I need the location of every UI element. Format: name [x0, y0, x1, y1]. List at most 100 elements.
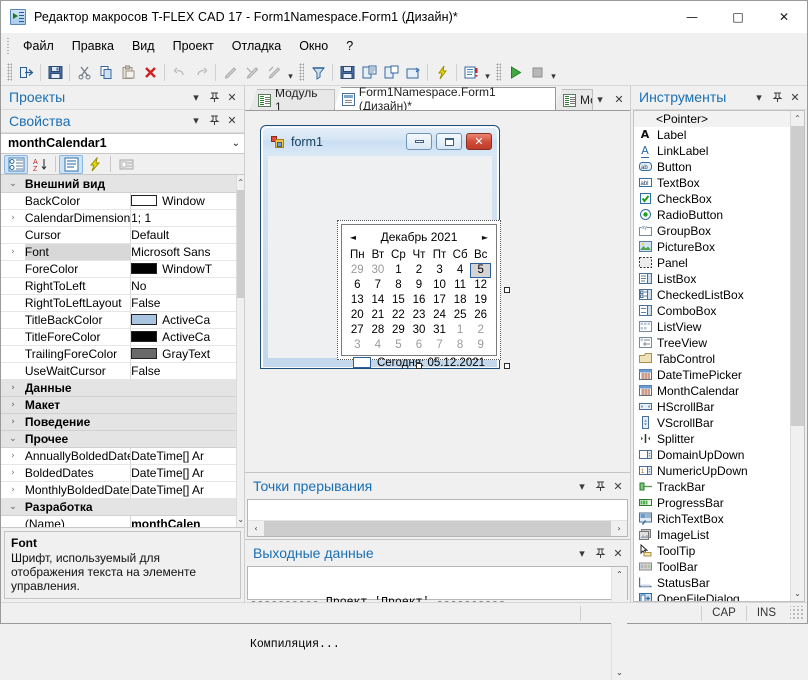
expander-icon[interactable]	[1, 311, 25, 328]
toolbox-item-vscrollbar[interactable]: VScrollBar	[634, 415, 790, 431]
toolbox-item-domainupdown[interactable]: DomainUpDown	[634, 447, 790, 463]
expander-icon[interactable]: ⌄	[1, 175, 25, 192]
outdent-icon[interactable]	[263, 62, 285, 83]
property-grid[interactable]: ⌄Внешний видBackColorWindow›CalendarDime…	[1, 175, 244, 528]
property-value[interactable]: ActiveCa	[131, 328, 237, 345]
toolbar-overflow-3[interactable]: ▾	[548, 63, 559, 82]
close-button[interactable]: ✕	[761, 1, 807, 33]
property-row[interactable]: ›Поведение	[1, 413, 236, 430]
resize-handle-bottom[interactable]	[416, 363, 422, 369]
scroll-down-icon[interactable]: ⌄	[791, 586, 804, 601]
designed-form[interactable]: form1 ✕ ◄	[260, 125, 500, 369]
add-form-icon[interactable]	[380, 62, 402, 83]
calendar-day-cell[interactable]: 26	[470, 308, 491, 323]
calendar-day-cell[interactable]: 5	[470, 263, 491, 278]
property-row[interactable]: ForeColorWindowT	[1, 260, 236, 277]
scroll-track[interactable]	[237, 190, 244, 512]
calendar-day-cell[interactable]: 18	[450, 293, 471, 308]
pin-icon[interactable]	[206, 89, 222, 105]
calendar-day-cell[interactable]: 6	[409, 338, 430, 353]
expander-icon[interactable]	[1, 362, 25, 379]
toolbox-item-tooltip[interactable]: ToolTip	[634, 543, 790, 559]
calendar-day-cell[interactable]: 27	[347, 323, 368, 338]
toolbox-item-openfiledialog[interactable]: OpenFileDialog	[634, 591, 790, 601]
calendar-day-cell[interactable]: 29	[388, 323, 409, 338]
toolbox-item-combobox[interactable]: ComboBox	[634, 303, 790, 319]
close-tab-icon[interactable]: ✕	[611, 91, 627, 107]
property-row[interactable]: ›MonthlyBoldedDatesDateTime[] Ar	[1, 481, 236, 498]
toolbox-scrollbar[interactable]: ⌃ ⌄	[790, 111, 804, 601]
tab-list-icon[interactable]: ▾	[592, 91, 608, 107]
expander-icon[interactable]: ›	[1, 447, 25, 464]
calendar-day-cell[interactable]: 8	[450, 338, 471, 353]
property-row[interactable]: TitleForeColorActiveCa	[1, 328, 236, 345]
expander-icon[interactable]: ›	[1, 481, 25, 498]
property-value[interactable]: Microsoft Sans	[131, 243, 237, 260]
close-icon[interactable]: ✕	[787, 89, 803, 105]
toolbox-item-tabcontrol[interactable]: TabControl	[634, 351, 790, 367]
breakpoints-list[interactable]: ‹ ›	[247, 499, 628, 537]
scroll-down-icon[interactable]: ⌄	[612, 665, 627, 680]
property-row[interactable]: TrailingForeColorGrayText	[1, 345, 236, 362]
menu-help[interactable]: ?	[337, 36, 362, 56]
resize-handle-corner[interactable]	[504, 363, 510, 369]
calendar-day-cell[interactable]: 11	[450, 278, 471, 293]
toolbox-item-picturebox[interactable]: PictureBox	[634, 239, 790, 255]
toolbox-item-progressbar[interactable]: ProgressBar	[634, 495, 790, 511]
add-module-icon[interactable]	[358, 62, 380, 83]
property-row[interactable]: TitleBackColorActiveCa	[1, 311, 236, 328]
calendar-day-cell[interactable]: 23	[409, 308, 430, 323]
menu-window[interactable]: Окно	[290, 36, 337, 56]
calendar-day-cell[interactable]: 30	[368, 263, 389, 278]
alphabetical-button[interactable]: AZ	[28, 155, 52, 174]
close-icon[interactable]: ✕	[610, 545, 626, 561]
expander-icon[interactable]: ›	[1, 379, 25, 396]
paste-icon[interactable]	[117, 62, 139, 83]
scroll-track[interactable]	[264, 521, 611, 536]
calendar-day-cell[interactable]: 28	[368, 323, 389, 338]
calendar-day-cell[interactable]: 9	[470, 338, 491, 353]
menu-view[interactable]: Вид	[123, 36, 164, 56]
close-icon[interactable]: ✕	[224, 113, 240, 129]
calendar-day-cell[interactable]: 4	[368, 338, 389, 353]
scroll-up-icon[interactable]: ⌃	[612, 567, 627, 582]
toolbox-item-richtextbox[interactable]: RichTextBox	[634, 511, 790, 527]
property-value[interactable]: ActiveCa	[131, 311, 237, 328]
calendar-day-cell[interactable]: 31	[429, 323, 450, 338]
indent-icon[interactable]	[241, 62, 263, 83]
property-value[interactable]: False	[131, 362, 237, 379]
prev-month-icon[interactable]: ◄	[347, 233, 359, 242]
property-row[interactable]: ›CalendarDimensions1; 1	[1, 209, 236, 226]
events-view-button[interactable]	[83, 155, 107, 174]
calendar-day-cell[interactable]: 25	[450, 308, 471, 323]
calendar-day-cell[interactable]: 6	[347, 278, 368, 293]
toolbox-item-hscrollbar[interactable]: HScrollBar	[634, 399, 790, 415]
pin-icon[interactable]	[592, 545, 608, 561]
property-row[interactable]: ›AnnuallyBoldedDatesDateTime[] Ar	[1, 447, 236, 464]
toolbox-item-imagelist[interactable]: ImageList	[634, 527, 790, 543]
property-value[interactable]: DateTime[] Ar	[131, 447, 237, 464]
expander-icon[interactable]	[1, 260, 25, 277]
exit-icon[interactable]	[15, 62, 37, 83]
calendar-day-cell[interactable]: 7	[368, 278, 389, 293]
tab-module1[interactable]: Модуль 1	[250, 89, 335, 110]
maximize-button[interactable]: □	[715, 1, 761, 33]
property-row[interactable]: ›Данные	[1, 379, 236, 396]
toolbox-item-groupbox[interactable]: xyGroupBox	[634, 223, 790, 239]
toolbox-item-trackbar[interactable]: TrackBar	[634, 479, 790, 495]
toolbox-item-datetimepicker[interactable]: DateTimePicker	[634, 367, 790, 383]
tab-form1-design[interactable]: Form1Namespace.Form1 (Дизайн)*	[334, 87, 556, 110]
toolbox-item-checkbox[interactable]: CheckBox	[634, 191, 790, 207]
calendar-day-cell[interactable]: 1	[450, 323, 471, 338]
property-row[interactable]: BackColorWindow	[1, 192, 236, 209]
expander-icon[interactable]	[1, 345, 25, 362]
property-row[interactable]: ⌄Внешний вид	[1, 175, 236, 192]
chevron-down-icon[interactable]: ⌄	[232, 138, 240, 149]
expander-icon[interactable]: ⌄	[1, 430, 25, 447]
toolbox-item-numericupdown[interactable]: 1NumericUpDown	[634, 463, 790, 479]
property-grid-scrollbar[interactable]: ⌃ ⌄	[236, 175, 244, 527]
property-row[interactable]: UseWaitCursorFalse	[1, 362, 236, 379]
calendar-day-cell[interactable]: 20	[347, 308, 368, 323]
expander-icon[interactable]	[1, 192, 25, 209]
properties-view-button[interactable]	[59, 155, 83, 174]
